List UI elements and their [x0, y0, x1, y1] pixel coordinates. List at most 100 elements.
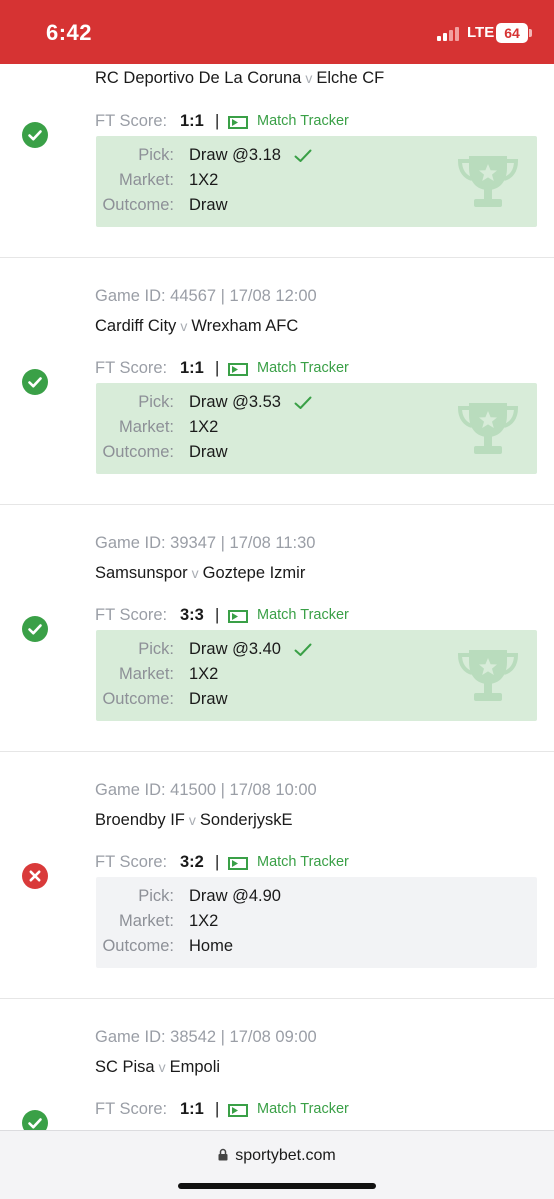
game-id-datetime: Game ID: 44567 | 17/08 12:00 [95, 287, 317, 305]
market-label: Market: [118, 912, 174, 930]
outcome-row: Outcome: Home [96, 937, 537, 961]
ft-score-row: FT Score: 1:1 | Match Tracker [95, 112, 515, 134]
ft-score-value: 1:1 [180, 1100, 204, 1118]
match-teams: Samsunspor v Goztepe Izmir [95, 564, 305, 583]
pick-label: Pick: [138, 393, 174, 411]
match-tracker-link[interactable]: Match Tracker [257, 1101, 349, 1117]
pick-value: Draw @3.18 [189, 146, 281, 164]
check-icon [294, 396, 312, 409]
ft-score-label: FT Score: [95, 359, 168, 377]
versus-label: v [158, 1059, 166, 1075]
away-team: Empoli [169, 1058, 221, 1076]
match-tracker-link[interactable]: Match Tracker [257, 607, 349, 623]
market-value: 1X2 [189, 665, 219, 683]
url-text: sportybet.com [235, 1147, 336, 1164]
ft-score-row: FT Score: 3:2 | Match Tracker [95, 853, 515, 875]
bet-card[interactable]: Game ID: 44567 | 17/08 12:00 Cardiff Cit… [0, 258, 554, 505]
pick-value: Draw @4.90 [189, 887, 281, 905]
home-team: SC Pisa [95, 1058, 155, 1076]
url-bar[interactable]: sportybet.com [0, 1147, 554, 1165]
won-check-icon [22, 122, 48, 148]
home-indicator[interactable] [178, 1183, 376, 1189]
match-tracker-icon[interactable] [228, 1104, 248, 1117]
separator: | [215, 853, 220, 871]
market-label: Market: [118, 171, 174, 189]
away-team: SonderjyskE [199, 811, 293, 829]
match-tracker-icon[interactable] [228, 610, 248, 623]
pick-details-box: Pick: Draw @4.90 Market: 1X2 Outcome: Ho… [96, 877, 537, 968]
separator: | [215, 1100, 220, 1118]
game-id-datetime: Game ID: 38542 | 17/08 09:00 [95, 1028, 317, 1046]
market-label: Market: [118, 418, 174, 436]
status-time: 6:42 [46, 20, 93, 45]
bet-history-list[interactable]: RC Deportivo De La Coruna v Elche CF FT Sc… [0, 64, 554, 1130]
market-value: 1X2 [189, 912, 219, 930]
battery-icon: 64 [496, 23, 528, 43]
bet-card[interactable]: RC Deportivo De La Coruna v Elche CF FT Sc… [0, 64, 554, 258]
bet-card[interactable]: Game ID: 41500 | 17/08 10:00 Broendby IF… [0, 752, 554, 999]
pick-value: Draw @3.53 [189, 393, 281, 411]
check-icon [294, 643, 312, 656]
outcome-value: Draw [189, 690, 228, 708]
match-tracker-link[interactable]: Match Tracker [257, 113, 349, 129]
outcome-label: Outcome: [102, 937, 174, 955]
away-team: Goztepe Izmir [202, 564, 306, 582]
outcome-value: Draw [189, 196, 228, 214]
pick-label: Pick: [138, 146, 174, 164]
versus-label: v [305, 70, 313, 86]
ft-score-value: 1:1 [180, 112, 204, 130]
away-team: Elche CF [316, 69, 385, 87]
ft-score-value: 3:2 [180, 853, 204, 871]
ft-score-row: FT Score: 1:1 | Match Tracker [95, 359, 515, 381]
signal-icon [437, 25, 463, 41]
ft-score-label: FT Score: [95, 853, 168, 871]
match-teams: SC Pisa v Empoli [95, 1058, 220, 1077]
bet-card[interactable]: Game ID: 38542 | 17/08 09:00 SC Pisa v Emp… [0, 999, 554, 1130]
ft-score-row: FT Score: 3:3 | Match Tracker [95, 606, 515, 628]
trophy-icon [457, 650, 519, 701]
market-label: Market: [118, 665, 174, 683]
pick-details-box: Pick: Draw @3.18 Market: 1X2 Outcome: Dr… [96, 136, 537, 227]
match-tracker-icon[interactable] [228, 857, 248, 870]
won-check-icon [22, 1110, 48, 1130]
versus-label: v [180, 318, 188, 334]
won-check-icon [22, 369, 48, 395]
game-id-datetime: Game ID: 39347 | 17/08 11:30 [95, 534, 316, 552]
pick-value: Draw @3.40 [189, 640, 281, 658]
outcome-label: Outcome: [102, 690, 174, 708]
versus-label: v [188, 812, 196, 828]
separator: | [215, 606, 220, 624]
versus-label: v [191, 565, 199, 581]
match-tracker-icon[interactable] [228, 116, 248, 129]
separator: | [215, 359, 220, 377]
ft-score-value: 3:3 [180, 606, 204, 624]
match-tracker-icon[interactable] [228, 363, 248, 376]
bet-card[interactable]: Game ID: 39347 | 17/08 11:30 Samsunspor v… [0, 505, 554, 752]
match-tracker-link[interactable]: Match Tracker [257, 854, 349, 870]
pick-details-box: Pick: Draw @3.53 Market: 1X2 Outcome: Dr… [96, 383, 537, 474]
pick-label: Pick: [138, 887, 174, 905]
ft-score-label: FT Score: [95, 606, 168, 624]
away-team: Wrexham AFC [191, 317, 299, 335]
match-teams: Broendby IF v SonderjyskE [95, 811, 293, 830]
outcome-value: Home [189, 937, 234, 955]
trophy-icon [457, 403, 519, 454]
separator: | [215, 112, 220, 130]
home-team: Broendby IF [95, 811, 185, 829]
ft-score-row: FT Score: 1:1 | Match Tracker [95, 1100, 515, 1122]
home-team: RC Deportivo De La Coruna [95, 69, 302, 87]
pick-details-box: Pick: Draw @3.40 Market: 1X2 Outcome: Dr… [96, 630, 537, 721]
won-check-icon [22, 616, 48, 642]
market-row: Market: 1X2 [96, 912, 537, 936]
ft-score-label: FT Score: [95, 112, 168, 130]
pick-row: Pick: Draw @4.90 [96, 887, 537, 911]
match-tracker-link[interactable]: Match Tracker [257, 360, 349, 376]
trophy-icon [457, 156, 519, 207]
browser-bottom-bar: sportybet.com [0, 1130, 554, 1199]
home-team: Samsunspor [95, 564, 188, 582]
outcome-label: Outcome: [102, 196, 174, 214]
home-team: Cardiff City [95, 317, 177, 335]
market-value: 1X2 [189, 171, 219, 189]
pick-label: Pick: [138, 640, 174, 658]
lock-icon [218, 1148, 228, 1161]
